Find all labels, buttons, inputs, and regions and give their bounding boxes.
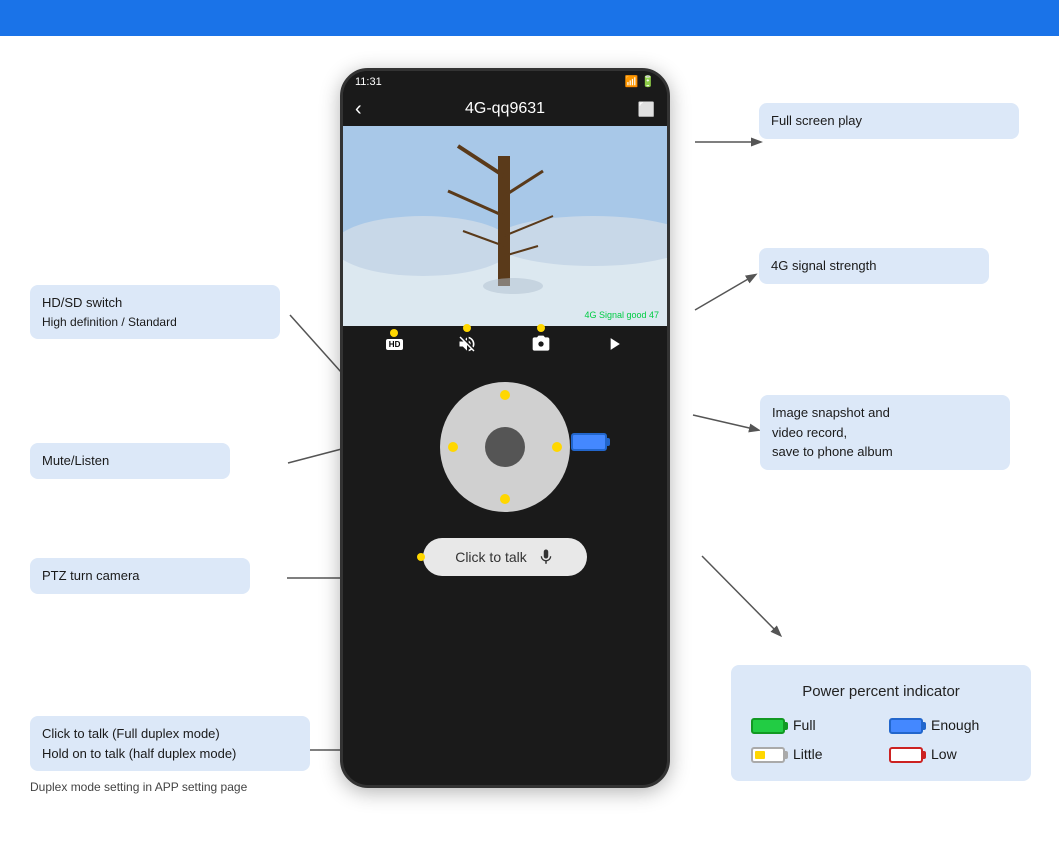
bat-low-label: Low bbox=[931, 744, 957, 765]
duplex-note: Duplex mode setting in APP setting page bbox=[30, 780, 247, 794]
record-button[interactable] bbox=[604, 334, 624, 354]
snapshot-button[interactable] bbox=[531, 334, 551, 354]
annotation-hdsd-line2: High definition / Standard bbox=[42, 313, 268, 331]
ptz-down[interactable] bbox=[500, 494, 510, 504]
annotation-fullscreen: Full screen play bbox=[759, 103, 1019, 139]
phone-status-bar: 11:31 📶 🔋 bbox=[343, 71, 667, 92]
power-title: Power percent indicator bbox=[751, 681, 1011, 704]
power-legend: Power percent indicator Full Enough Litt… bbox=[731, 665, 1031, 782]
camera-feed: 2021-10-27 11:30:2 4G Signal good 47 bbox=[343, 126, 667, 326]
power-full: Full bbox=[751, 715, 873, 736]
ptz-left[interactable] bbox=[448, 442, 458, 452]
annotation-signal-text: 4G signal strength bbox=[771, 258, 877, 273]
talk-dot bbox=[417, 553, 425, 561]
annotation-fullscreen-text: Full screen play bbox=[771, 113, 862, 128]
annotation-snapshot: Image snapshot and video record, save to… bbox=[760, 395, 1010, 470]
signal-quality-text: 4G Signal good 47 bbox=[584, 310, 659, 320]
annotation-snapshot-line1: Image snapshot and bbox=[772, 403, 998, 423]
phone-mockup: 11:31 📶 🔋 ‹ 4G-qq9631 ⬜ 2021-10-27 11:30… bbox=[340, 68, 670, 788]
ptz-area bbox=[343, 362, 667, 522]
bat-full-label: Full bbox=[793, 715, 816, 736]
power-grid: Full Enough Little Low bbox=[751, 715, 1011, 765]
phone-title: 4G-qq9631 bbox=[465, 100, 545, 118]
bat-enough-icon bbox=[889, 718, 923, 734]
ptz-joystick[interactable] bbox=[440, 382, 570, 512]
battery-display bbox=[571, 433, 607, 451]
annotation-snapshot-line2: video record, bbox=[772, 423, 998, 443]
talk-label: Click to talk bbox=[455, 549, 527, 565]
ptz-up[interactable] bbox=[500, 390, 510, 400]
status-icons: 📶 🔋 bbox=[625, 75, 655, 88]
ptz-center[interactable] bbox=[485, 427, 525, 467]
hd-sd-button[interactable]: HD bbox=[386, 339, 404, 350]
top-bar bbox=[0, 0, 1059, 36]
bat-little-icon bbox=[751, 747, 785, 763]
status-time: 11:31 bbox=[355, 76, 382, 88]
back-button[interactable]: ‹ bbox=[355, 98, 362, 121]
annotation-ptz: PTZ turn camera bbox=[30, 558, 250, 594]
phone-title-bar: ‹ 4G-qq9631 ⬜ bbox=[343, 92, 667, 126]
annotation-talk: Click to talk (Full duplex mode) Hold on… bbox=[30, 716, 310, 771]
power-low: Low bbox=[889, 744, 1011, 765]
annotation-ptz-text: PTZ turn camera bbox=[42, 568, 140, 583]
power-little: Little bbox=[751, 744, 873, 765]
annotation-hdsd-line1: HD/SD switch bbox=[42, 293, 268, 313]
hd-badge: HD bbox=[386, 339, 404, 350]
phone-bottom bbox=[343, 592, 667, 672]
bat-full-icon bbox=[751, 718, 785, 734]
power-enough: Enough bbox=[889, 715, 1011, 736]
bat-little-label: Little bbox=[793, 744, 823, 765]
annotation-mute-text: Mute/Listen bbox=[42, 453, 109, 468]
mute-button[interactable] bbox=[457, 334, 477, 354]
bat-enough-label: Enough bbox=[931, 715, 979, 736]
annotation-mute: Mute/Listen bbox=[30, 443, 230, 479]
control-bar: HD bbox=[343, 326, 667, 362]
annotation-talk-line2: Hold on to talk (half duplex mode) bbox=[42, 744, 298, 764]
annotation-talk-line1: Click to talk (Full duplex mode) bbox=[42, 724, 298, 744]
fullscreen-button[interactable]: ⬜ bbox=[638, 101, 655, 118]
annotation-hdsd: HD/SD switch High definition / Standard bbox=[30, 285, 280, 339]
annotation-signal: 4G signal strength bbox=[759, 248, 989, 284]
ptz-right[interactable] bbox=[552, 442, 562, 452]
talk-button[interactable]: Click to talk bbox=[423, 538, 587, 576]
annotation-snapshot-line3: save to phone album bbox=[772, 442, 998, 462]
talk-bar: Click to talk bbox=[343, 522, 667, 592]
bat-low-icon bbox=[889, 747, 923, 763]
